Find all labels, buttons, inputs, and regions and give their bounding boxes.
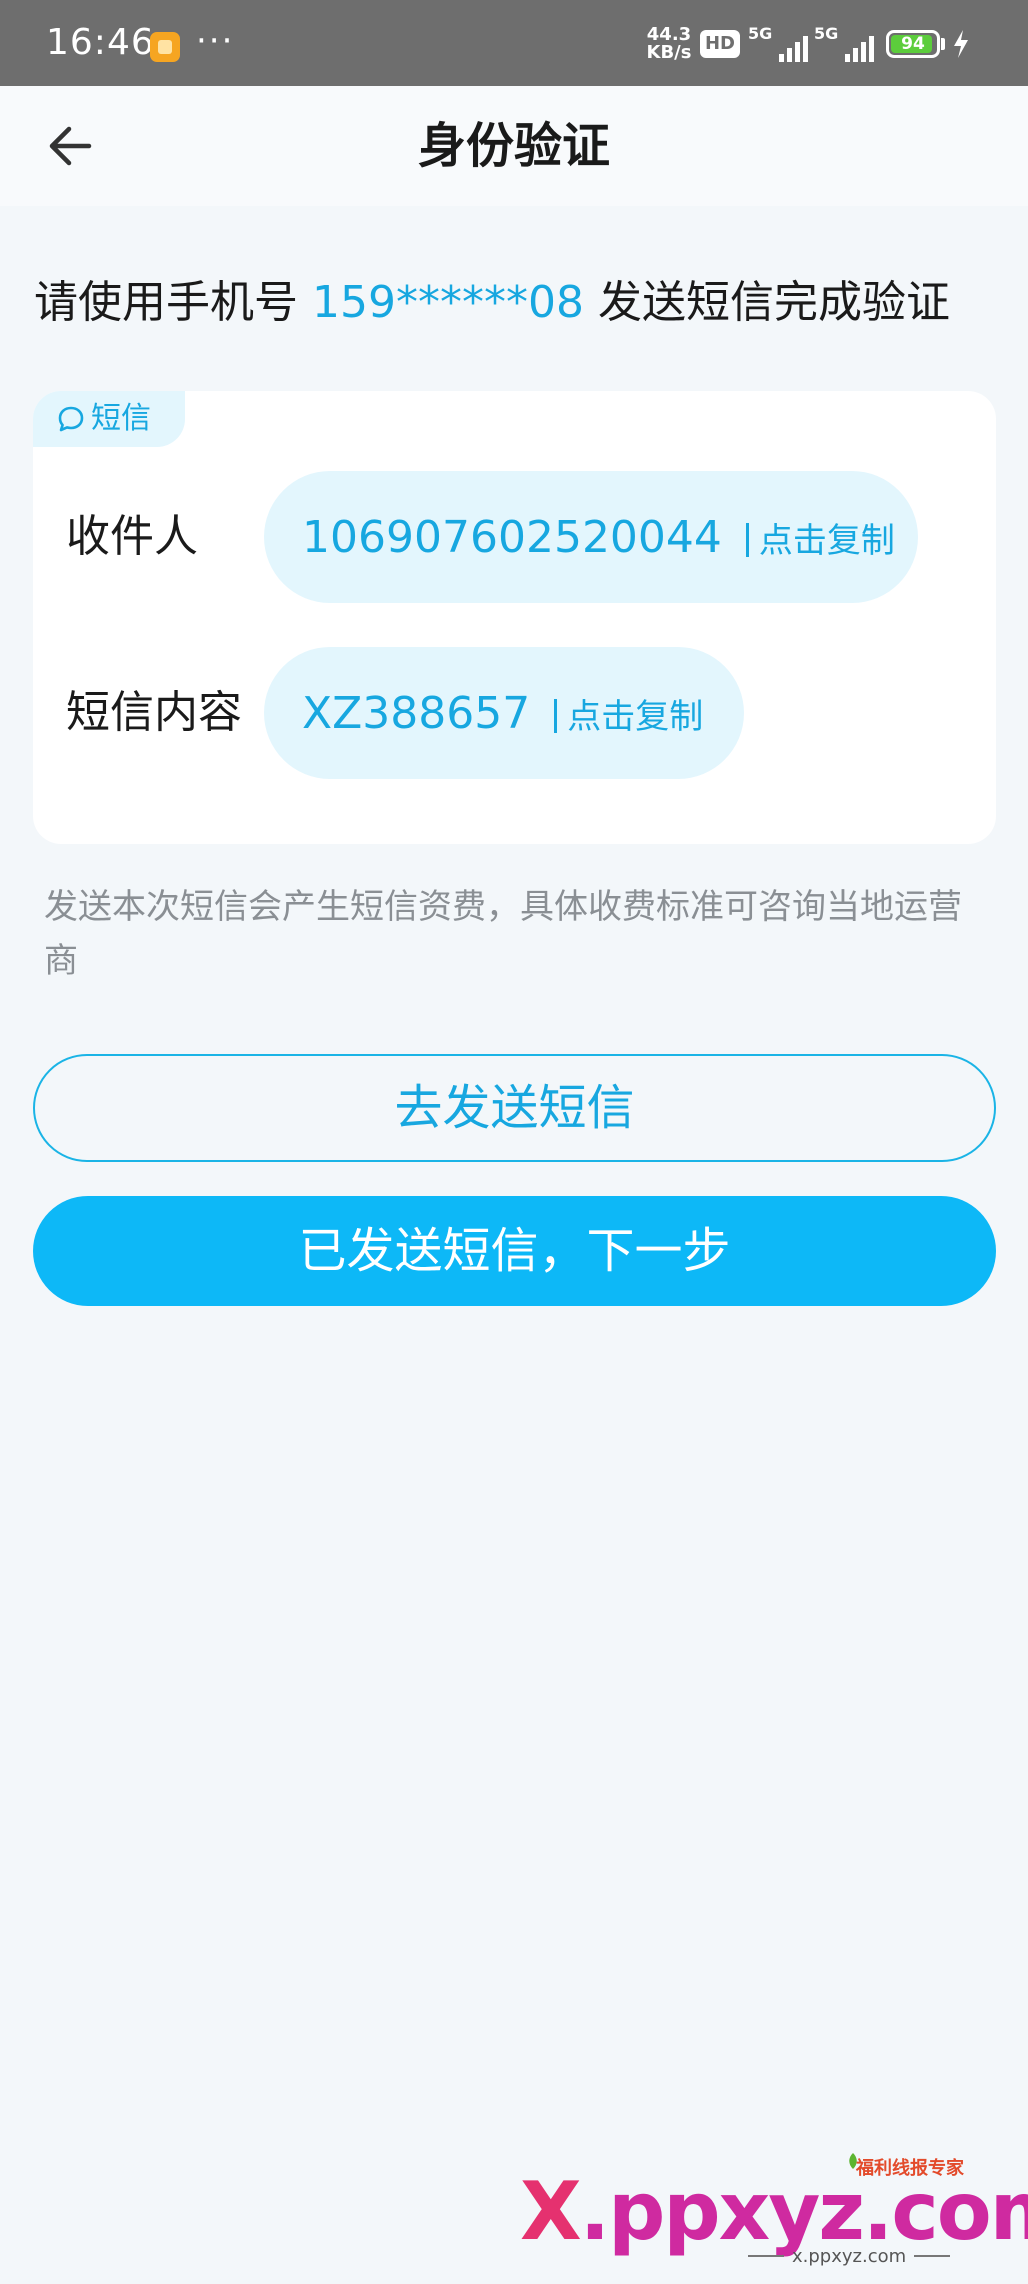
sms-card: 短信 收件人 106907602520044 点击复制 短信内容 XZ38865… [33,391,996,844]
instruction-prefix: 请使用手机号 [34,277,298,328]
recipient-label: 收件人 [66,511,198,562]
watermark-url: x.ppxyz.com [740,2246,958,2267]
hd-voice-icon: HD [700,30,740,58]
back-button[interactable] [30,110,110,182]
masked-phone-number: 159******08 [312,277,584,328]
network-speed: 44.3 KB/s [644,26,694,62]
content-pill: XZ388657 点击复制 [264,647,744,779]
instruction-text: 请使用手机号 159******08 发送短信完成验证 [34,268,950,338]
battery-percent: 94 [901,34,925,54]
status-bar: 16:46 ··· 44.3 KB/s HD 5G 5G 94 [0,0,1028,86]
network-speed-unit: KB/s [646,42,692,63]
copy-content-button[interactable]: 点击复制 [554,689,703,738]
nav-header: 身份验证 [0,86,1028,206]
battery-icon: 94 [886,30,940,58]
battery-tip [941,38,945,50]
more-notifications-icon: ··· [196,21,235,61]
sms-tag-label: 短信 [91,401,151,436]
charging-bolt-icon [954,30,968,58]
watermark-logo-domain: .ppxyz.com [579,2165,1028,2258]
fee-notice: 发送本次短信会产生短信资费，具体收费标准可咨询当地运营商 [44,887,962,981]
content-row: 短信内容 XZ388657 点击复制 [33,647,996,779]
arrow-left-icon [49,126,92,166]
watermark: 福利线报专家 X.ppxyz.com x.ppxyz.com [520,2150,1028,2267]
next-step-button[interactable]: 已发送短信，下一步 [33,1196,996,1306]
chat-bubble-icon [58,406,84,432]
network-type-2: 5G [814,24,839,43]
signal-2-icon: 5G [814,26,874,62]
watermark-logo: X.ppxyz.com [520,2172,1028,2252]
watermark-logo-x: X [520,2165,582,2258]
copy-recipient-button[interactable]: 点击复制 [746,513,895,562]
sms-tag: 短信 [33,391,185,447]
recipient-pill: 106907602520044 点击复制 [264,471,918,603]
notification-app-icon [150,32,180,62]
network-type-1: 5G [748,24,773,43]
send-sms-button[interactable]: 去发送短信 [33,1054,996,1162]
content-label: 短信内容 [66,687,242,738]
status-time: 16:46 [46,22,155,63]
page-title: 身份验证 [417,118,610,174]
instruction-suffix: 发送短信完成验证 [597,277,950,328]
recipient-row: 收件人 106907602520044 点击复制 [33,471,996,603]
recipient-number: 106907602520044 [302,511,722,563]
sms-content-code: XZ388657 [302,687,531,739]
signal-1-icon: 5G [748,26,808,62]
